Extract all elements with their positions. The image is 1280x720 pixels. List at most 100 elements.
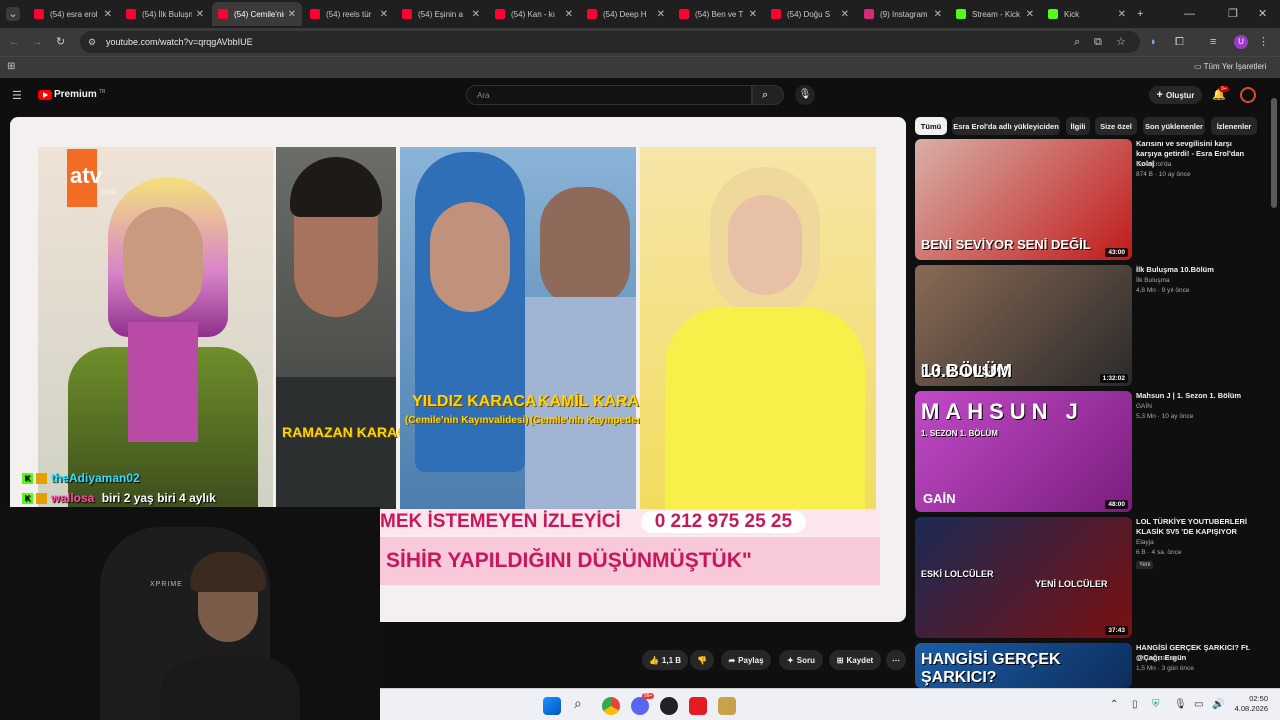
game-taskbar-icon[interactable] bbox=[718, 697, 736, 715]
rec-thumbnail-1[interactable]: BENİ SEVİYOR SENİ DEĞİL 43:00 bbox=[915, 139, 1132, 260]
hamburger-menu-icon[interactable]: ☰ bbox=[12, 89, 22, 103]
tray-shield-icon[interactable]: ⛨ bbox=[1152, 699, 1160, 710]
start-menu-icon[interactable] bbox=[543, 697, 561, 715]
create-button[interactable]: + Oluştur bbox=[1149, 86, 1202, 104]
tray-volume-icon[interactable]: 🔊 bbox=[1212, 699, 1224, 710]
like-button[interactable]: 👍 1,1 B bbox=[642, 650, 688, 670]
discord-taskbar-icon[interactable] bbox=[631, 697, 649, 715]
close-tab-icon[interactable]: ✕ bbox=[1118, 9, 1126, 20]
search-input[interactable]: Ara bbox=[466, 85, 752, 105]
close-tab-icon[interactable]: ✕ bbox=[472, 9, 480, 20]
close-tab-icon[interactable]: ✕ bbox=[749, 9, 757, 20]
close-tab-icon[interactable]: ✕ bbox=[565, 9, 573, 20]
tray-chevron-icon[interactable]: ⌃ bbox=[1110, 699, 1118, 710]
tab-8[interactable]: (54) Ben ve T ✕ bbox=[673, 2, 763, 26]
save-icon: ⊞ bbox=[836, 655, 844, 665]
install-icon[interactable]: ⧉ bbox=[1094, 35, 1102, 49]
close-tab-icon[interactable]: ✕ bbox=[1026, 9, 1034, 20]
close-tab-icon[interactable]: ✕ bbox=[934, 9, 942, 20]
address-bar[interactable]: ⚙ youtube.com/watch?v=qrqgAVbbIUE ⌕ ⧉ ☆ bbox=[80, 31, 1140, 53]
rec-thumbnail-3[interactable]: MAHSUN J 1. SEZON 1. BÖLÜM GAİN 48:00 bbox=[915, 391, 1132, 512]
tab-5[interactable]: (54) Eşinin a ✕ bbox=[396, 2, 486, 26]
rec-channel-2[interactable]: İlk Buluşma bbox=[1136, 277, 1170, 284]
reload-icon[interactable]: ↻ bbox=[56, 35, 65, 49]
rec-channel-3[interactable]: GAİN bbox=[1136, 403, 1152, 410]
extensions-puzzle-icon[interactable]: ⧠ bbox=[1175, 35, 1184, 49]
tab-7[interactable]: (54) Deep H ✕ bbox=[581, 2, 671, 26]
tab-9[interactable]: (54) Doğu S ✕ bbox=[765, 2, 855, 26]
tab-1[interactable]: (54) esra erol ✕ bbox=[28, 2, 118, 26]
close-tab-icon[interactable]: ✕ bbox=[288, 9, 296, 20]
tab-search-icon[interactable]: ⌄ bbox=[6, 7, 20, 21]
extension-icon[interactable]: ◗ bbox=[1150, 35, 1157, 49]
minimize-icon[interactable]: — bbox=[1184, 7, 1195, 21]
tab-2[interactable]: (54) İlk Buluşma ✕ bbox=[120, 2, 210, 26]
browser-toolbar: ← → ↻ ⚙ youtube.com/watch?v=qrqgAVbbIUE … bbox=[0, 28, 1280, 56]
close-tab-icon[interactable]: ✕ bbox=[657, 9, 665, 20]
chip-2[interactable]: Esra Erol'da adlı yükleyiciden bbox=[952, 117, 1060, 135]
tray-usb-icon[interactable]: ▯ bbox=[1132, 699, 1138, 710]
profile-avatar[interactable]: U bbox=[1234, 35, 1248, 49]
tab-6[interactable]: (54) Kan - kı ✕ bbox=[489, 2, 579, 26]
back-icon[interactable]: ← bbox=[9, 35, 20, 49]
voice-search-icon[interactable]: 🎙 bbox=[795, 85, 815, 105]
chip-3[interactable]: İlgili bbox=[1066, 117, 1090, 135]
youtube-logo[interactable]: Premium TR bbox=[38, 89, 105, 100]
bookmark-star-icon[interactable]: ☆ bbox=[1116, 35, 1126, 49]
apps-grid-icon[interactable]: ⊞ bbox=[7, 60, 15, 74]
more-actions-button[interactable]: ⋯ bbox=[886, 650, 906, 670]
close-tab-icon[interactable]: ✕ bbox=[380, 9, 388, 20]
share-button[interactable]: ➦ Paylaş bbox=[721, 650, 771, 670]
taskbar-search-icon[interactable]: ⌕ bbox=[574, 695, 582, 712]
save-button[interactable]: ⊞ Kaydet bbox=[829, 650, 881, 670]
rec-title-2[interactable]: İlk Buluşma 10.Bölüm bbox=[1136, 265, 1256, 275]
close-tab-icon[interactable]: ✕ bbox=[841, 9, 849, 20]
all-bookmarks-link[interactable]: ▭ Tüm Yer İşaretleri bbox=[1194, 62, 1266, 71]
rec-channel-1[interactable]: Esra Erol'da bbox=[1136, 161, 1171, 168]
chip-5[interactable]: Son yüklenenler bbox=[1143, 117, 1205, 135]
rec-thumbnail-2[interactable]: İLK BULUŞMA 10.BÖLÜM 1:32:02 bbox=[915, 265, 1132, 386]
recorder-taskbar-icon[interactable] bbox=[689, 697, 707, 715]
tab-11[interactable]: Stream - Kick ✕ bbox=[950, 2, 1040, 26]
rec-title-3[interactable]: Mahsun J | 1. Sezon 1. Bölüm bbox=[1136, 391, 1256, 401]
thumbnail-overlay-text: ESKİ LOLCÜLER bbox=[921, 569, 994, 579]
chip-1[interactable]: Tümü bbox=[915, 117, 947, 135]
rec-channel-4[interactable]: Elayja bbox=[1136, 539, 1154, 546]
close-tab-icon[interactable]: ✕ bbox=[104, 9, 112, 20]
chip-4[interactable]: Size özel bbox=[1095, 117, 1137, 135]
account-avatar[interactable] bbox=[1240, 87, 1256, 103]
scrollbar-thumb[interactable] bbox=[1271, 98, 1277, 208]
tab-10[interactable]: (9) Instagram ✕ bbox=[858, 2, 948, 26]
instagram-icon bbox=[864, 9, 874, 19]
chrome-taskbar-icon[interactable] bbox=[602, 697, 620, 715]
chat-message-2: Kwallosa biri 2 yaş biri 4 aylık bbox=[22, 491, 216, 505]
tab-4[interactable]: (54) reels tür ✕ bbox=[304, 2, 394, 26]
restore-icon[interactable]: ❐ bbox=[1228, 7, 1238, 21]
close-tab-icon[interactable]: ✕ bbox=[196, 9, 204, 20]
duration-badge: 1:32:02 bbox=[1099, 374, 1128, 383]
ask-button[interactable]: ✦ Soru bbox=[779, 650, 823, 670]
rec-title-4[interactable]: LOL TÜRKİYE YOUTUBERLERİ KLASİK 5V5 'DE … bbox=[1136, 517, 1256, 537]
new-tab-button[interactable]: + bbox=[1137, 7, 1143, 21]
zoom-icon[interactable]: ⌕ bbox=[1074, 35, 1080, 49]
lower-third-quote-banner: SİHİR YAPILDIĞINI DÜŞÜNMÜŞTÜK" bbox=[380, 537, 880, 585]
tab-12[interactable]: Kick ✕ bbox=[1042, 2, 1132, 26]
dislike-button[interactable]: 👎 bbox=[690, 650, 714, 670]
tab-list-icon[interactable]: ≡ bbox=[1210, 35, 1216, 49]
rec-thumbnail-4[interactable]: ESKİ LOLCÜLER YENİ LOLCÜLER 37:43 bbox=[915, 517, 1132, 638]
youtube-icon bbox=[126, 9, 136, 19]
site-info-icon[interactable]: ⚙ bbox=[88, 35, 96, 49]
rec-channel-5[interactable]: Orkun Işıtmak bbox=[1136, 655, 1176, 662]
tab-3[interactable]: (54) Cemile'nin ✕ bbox=[212, 2, 302, 26]
search-button[interactable]: ⌕ bbox=[752, 85, 784, 105]
menu-icon[interactable]: ⋮ bbox=[1258, 35, 1269, 49]
tray-network-icon[interactable]: ▭ bbox=[1194, 699, 1203, 710]
close-window-icon[interactable]: ✕ bbox=[1258, 7, 1267, 21]
chip-6[interactable]: İzlenenler bbox=[1211, 117, 1257, 135]
rec-thumbnail-5[interactable]: HANGİSİ GERÇEK ŞARKICI? bbox=[915, 643, 1132, 688]
tray-mic-icon[interactable]: 🎙 bbox=[1174, 699, 1187, 710]
obs-taskbar-icon[interactable] bbox=[660, 697, 678, 715]
forward-icon[interactable]: → bbox=[32, 35, 43, 49]
plus-icon: + bbox=[1156, 89, 1163, 101]
system-clock[interactable]: 02:50 4.08.2026 bbox=[1232, 694, 1268, 714]
